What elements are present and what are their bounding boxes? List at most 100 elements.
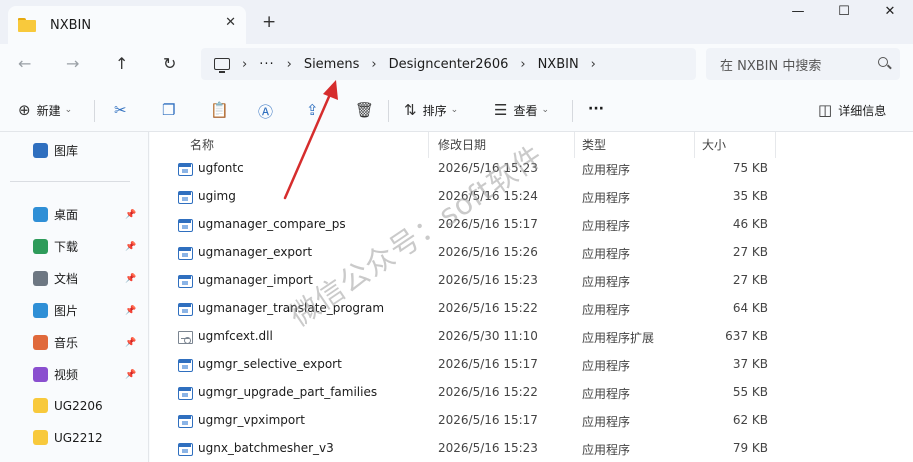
share-button[interactable]: ⇪ bbox=[306, 101, 325, 119]
file-row[interactable]: ugimg 2026/5/16 15:24 应用程序 35 KB bbox=[150, 184, 913, 212]
column-header-type[interactable]: 类型 bbox=[582, 136, 606, 153]
sidebar-item-图库[interactable]: 图库 bbox=[33, 142, 78, 159]
desktop-icon bbox=[33, 207, 48, 222]
sidebar-item-ug2206[interactable]: UG2206 bbox=[33, 398, 103, 413]
breadcrumb-overflow-button[interactable]: ··· bbox=[259, 57, 274, 72]
search-input[interactable]: 在 NXBIN 中搜索 bbox=[706, 48, 900, 80]
column-divider[interactable] bbox=[574, 132, 575, 158]
cut-button[interactable]: ✂ bbox=[114, 101, 133, 119]
file-row[interactable]: ugmanager_import 2026/5/16 15:23 应用程序 27 KB bbox=[150, 268, 913, 296]
breadcrumb-nxbin[interactable]: NXBIN bbox=[538, 57, 579, 72]
column-header-name[interactable]: 名称 bbox=[190, 136, 214, 153]
pane-splitter[interactable] bbox=[148, 132, 149, 462]
sidebar-item-桌面[interactable]: 桌面 📌 bbox=[33, 206, 136, 223]
application-icon bbox=[178, 275, 193, 288]
forward-button[interactable]: → bbox=[66, 54, 79, 73]
folder-icon bbox=[33, 430, 48, 445]
gallery-icon bbox=[33, 143, 48, 158]
file-type: 应用程序扩展 bbox=[582, 331, 655, 345]
address-bar[interactable]: › ··· › Siemens › Designcenter2606 › NXB… bbox=[201, 48, 696, 80]
file-row[interactable]: ugnx_batchmesher_v3 2026/5/16 15:23 应用程序 79… bbox=[150, 436, 913, 462]
application-icon bbox=[178, 219, 193, 232]
details-pane-icon: ◫ bbox=[818, 101, 833, 119]
file-size: 55 KB bbox=[732, 385, 768, 399]
application-icon bbox=[178, 191, 193, 204]
sidebar-item-label: 视频 bbox=[54, 368, 79, 382]
refresh-button[interactable]: ↻ bbox=[163, 54, 176, 73]
view-button[interactable]: ☰ 查看 ⌄ bbox=[494, 101, 549, 119]
file-size: 27 KB bbox=[732, 245, 768, 259]
file-size: 64 KB bbox=[732, 301, 768, 315]
file-list: 名称 修改日期 类型 大小 ugfontc 2026/5/16 15:23 应用程序… bbox=[150, 132, 913, 462]
tab-nxbin[interactable]: NXBIN ✕ bbox=[8, 6, 246, 44]
breadcrumb-separator[interactable]: › bbox=[287, 57, 292, 72]
file-row[interactable]: ugmgr_vpximport 2026/5/16 15:17 应用程序 62 KB bbox=[150, 408, 913, 436]
chevron-down-icon: ⌄ bbox=[450, 105, 459, 115]
breadcrumb-siemens[interactable]: Siemens bbox=[304, 57, 360, 72]
file-row[interactable]: ugmgr_selective_export 2026/5/16 15:17 应用程… bbox=[150, 352, 913, 380]
breadcrumb-separator[interactable]: › bbox=[520, 57, 525, 72]
file-row[interactable]: ugmgr_upgrade_part_families 2026/5/16 15:… bbox=[150, 380, 913, 408]
new-tab-button[interactable]: + bbox=[262, 12, 276, 32]
sidebar-item-视频[interactable]: 视频 📌 bbox=[33, 366, 136, 383]
breadcrumb-separator[interactable]: › bbox=[371, 57, 376, 72]
file-row[interactable]: ugmanager_compare_ps 2026/5/16 15:17 应用程序 4… bbox=[150, 212, 913, 240]
music-icon bbox=[33, 335, 48, 350]
add-icon: ⊕ bbox=[18, 101, 31, 119]
search-icon bbox=[878, 57, 888, 67]
minimize-button[interactable]: — bbox=[775, 4, 821, 19]
sidebar-item-下载[interactable]: 下载 📌 bbox=[33, 238, 136, 255]
column-divider[interactable] bbox=[428, 132, 429, 158]
file-name: ugmanager_import bbox=[198, 273, 313, 287]
delete-button[interactable]: 🗑 bbox=[355, 101, 380, 119]
rename-button[interactable]: Ⓐ bbox=[258, 101, 279, 122]
sort-button[interactable]: ⇅ 排序 ⌄ bbox=[404, 101, 458, 119]
breadcrumb-designcenter2606[interactable]: Designcenter2606 bbox=[389, 57, 509, 72]
paste-button[interactable]: 📋 bbox=[210, 101, 235, 119]
rename-icon: Ⓐ bbox=[258, 103, 274, 121]
copy-button[interactable]: ❐ bbox=[162, 101, 181, 119]
pin-icon: 📌 bbox=[125, 337, 137, 348]
breadcrumb-separator[interactable]: › bbox=[591, 57, 596, 72]
pin-icon: 📌 bbox=[125, 369, 137, 380]
application-icon bbox=[178, 443, 193, 456]
file-date: 2026/5/16 15:26 bbox=[438, 245, 538, 259]
file-type: 应用程序 bbox=[582, 163, 631, 177]
file-date: 2026/5/16 15:24 bbox=[438, 189, 538, 203]
copy-icon: ❐ bbox=[162, 101, 176, 119]
sidebar-item-文档[interactable]: 文档 📌 bbox=[33, 270, 136, 287]
tab-title: NXBIN bbox=[50, 17, 92, 33]
up-button[interactable]: ↑ bbox=[115, 54, 128, 73]
sidebar-item-label: UG2206 bbox=[54, 398, 103, 413]
close-window-button[interactable]: ✕ bbox=[867, 4, 913, 19]
sidebar-item-音乐[interactable]: 音乐 📌 bbox=[33, 334, 136, 351]
file-date: 2026/5/16 15:23 bbox=[438, 161, 538, 175]
file-type: 应用程序 bbox=[582, 359, 631, 373]
file-size: 27 KB bbox=[732, 273, 768, 287]
sidebar-item-ug2212[interactable]: UG2212 bbox=[33, 430, 103, 445]
details-pane-button[interactable]: ◫ 详细信息 bbox=[818, 101, 886, 119]
column-divider[interactable] bbox=[775, 132, 776, 158]
column-header-date[interactable]: 修改日期 bbox=[438, 136, 486, 153]
file-row[interactable]: ugmfcext.dll 2026/5/30 11:10 应用程序扩展 637 KB bbox=[150, 324, 913, 352]
file-row[interactable]: ugfontc 2026/5/16 15:23 应用程序 75 KB bbox=[150, 156, 913, 184]
view-label: 查看 bbox=[513, 103, 538, 118]
maximize-button[interactable]: ☐ bbox=[821, 4, 867, 19]
back-button[interactable]: ← bbox=[18, 54, 31, 73]
column-header-size[interactable]: 大小 bbox=[702, 136, 726, 153]
breadcrumb-separator[interactable]: › bbox=[242, 57, 247, 72]
file-row[interactable]: ugmanager_export 2026/5/16 15:26 应用程序 27 KB bbox=[150, 240, 913, 268]
column-divider[interactable] bbox=[694, 132, 695, 158]
file-name: ugmgr_vpximport bbox=[198, 413, 305, 427]
file-type: 应用程序 bbox=[582, 219, 631, 233]
trash-icon: 🗑 bbox=[355, 101, 375, 119]
file-name: ugnx_batchmesher_v3 bbox=[198, 441, 334, 455]
application-icon bbox=[178, 359, 193, 372]
sidebar-item-图片[interactable]: 图片 📌 bbox=[33, 302, 136, 319]
file-name: ugimg bbox=[198, 189, 236, 203]
tab-close-icon[interactable]: ✕ bbox=[225, 15, 236, 30]
file-row[interactable]: ugmanager_translate_program 2026/5/16 15:… bbox=[150, 296, 913, 324]
file-type: 应用程序 bbox=[582, 303, 631, 317]
more-options-button[interactable]: ··· bbox=[588, 101, 604, 117]
new-button[interactable]: ⊕ 新建 ⌄ bbox=[18, 101, 72, 119]
